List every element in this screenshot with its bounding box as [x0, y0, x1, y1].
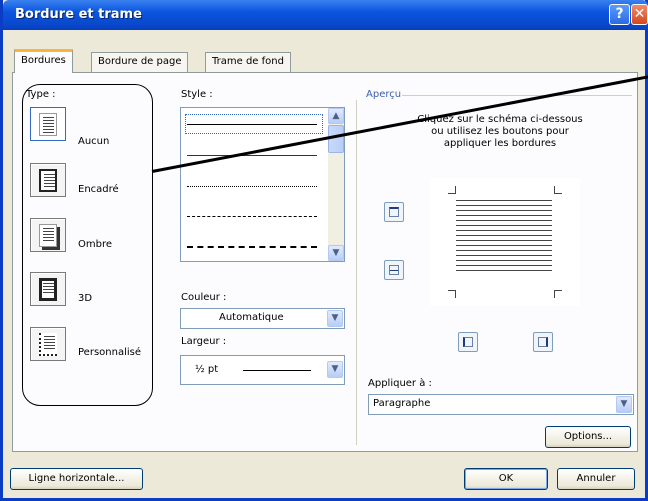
horizontal-line-button[interactable]: Ligne horizontale... — [10, 468, 143, 490]
style-listbox[interactable]: ▲ ▼ — [180, 107, 345, 262]
width-label: Largeur : — [181, 336, 227, 347]
apply-to-value: Paragraphe — [373, 398, 431, 409]
ok-label: OK — [498, 473, 514, 484]
border-top-icon — [389, 207, 399, 217]
color-dropdown[interactable]: Automatique ▼ — [180, 308, 345, 329]
color-value: Automatique — [219, 312, 284, 323]
ok-button[interactable]: OK — [464, 468, 548, 490]
tab-bordure-de-page[interactable]: Bordure de page — [91, 52, 189, 72]
tab-label: Bordure de page — [98, 56, 182, 67]
style-dotted[interactable] — [187, 186, 317, 187]
instruction-line: ou utilisez les boutons pour — [431, 126, 569, 137]
border-right-button[interactable] — [533, 332, 553, 352]
preview-group-separator — [356, 100, 357, 445]
preview-group-line — [402, 95, 632, 96]
border-left-icon — [463, 337, 473, 347]
dialog-title: Bordure et trame — [15, 7, 142, 22]
scroll-up-icon[interactable]: ▲ — [328, 108, 344, 124]
options-button-label: Options... — [563, 431, 613, 442]
tab-bordures[interactable]: Bordures — [14, 49, 73, 73]
tab-label: Trame de fond — [212, 56, 284, 67]
cancel-label: Annuler — [576, 473, 616, 484]
cancel-button[interactable]: Annuler — [557, 468, 635, 490]
border-inside-horizontal-icon — [389, 265, 399, 275]
style-dash-dot[interactable] — [187, 246, 317, 248]
style-solid[interactable] — [187, 124, 317, 125]
chevron-down-icon[interactable]: ▼ — [327, 361, 343, 378]
annotation-callout-outline — [22, 84, 153, 406]
title-bar[interactable]: Bordure et trame ? ✕ — [3, 0, 648, 30]
chevron-down-icon[interactable]: ▼ — [327, 310, 343, 327]
preview-label: Aperçu — [366, 89, 402, 100]
apply-to-dropdown[interactable]: Paragraphe ▼ — [368, 394, 634, 415]
tab-trame-de-fond[interactable]: Trame de fond — [205, 52, 291, 72]
tab-label: Bordures — [21, 55, 66, 66]
width-line-sample — [243, 370, 311, 371]
color-label: Couleur : — [181, 292, 227, 303]
style-label: Style : — [181, 89, 213, 100]
apply-to-label: Appliquer à : — [368, 378, 432, 389]
border-inside-horizontal-button[interactable] — [384, 260, 404, 280]
width-value: ½ pt — [195, 364, 219, 375]
help-button[interactable]: ? — [609, 4, 630, 25]
border-top-button[interactable] — [384, 202, 404, 222]
close-button[interactable]: ✕ — [631, 4, 648, 25]
horizontal-line-label: Ligne horizontale... — [28, 473, 125, 484]
style-scrollbar[interactable]: ▲ ▼ — [328, 108, 344, 261]
width-dropdown[interactable]: ½ pt ▼ — [180, 355, 345, 385]
chevron-down-icon[interactable]: ▼ — [616, 396, 632, 413]
style-dashed[interactable] — [187, 216, 317, 217]
options-button[interactable]: Options... — [545, 426, 631, 448]
scroll-thumb[interactable] — [328, 125, 344, 153]
preview-diagram[interactable] — [430, 178, 580, 306]
border-right-icon — [538, 337, 548, 347]
scroll-down-icon[interactable]: ▼ — [328, 245, 344, 261]
instruction-line: appliquer les bordures — [443, 138, 557, 149]
border-left-button[interactable] — [458, 332, 478, 352]
style-solid-thin[interactable] — [187, 155, 317, 156]
